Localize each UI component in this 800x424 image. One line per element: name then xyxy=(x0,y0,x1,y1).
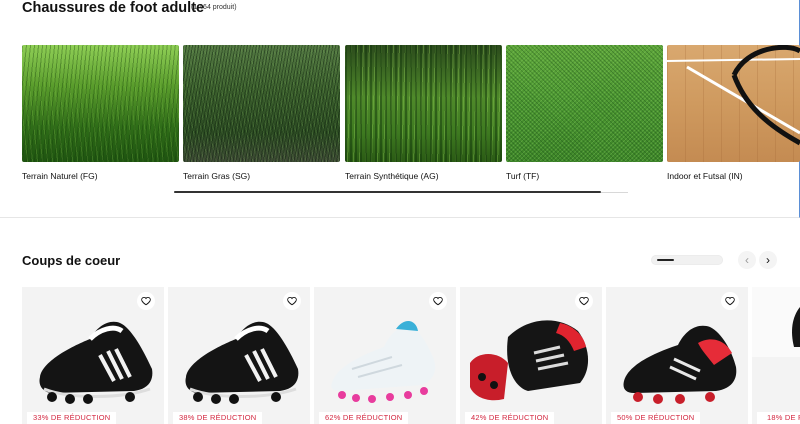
surface-card-fg[interactable]: Terrain Naturel (FG) xyxy=(22,45,179,195)
court-lines-graphic xyxy=(667,45,800,146)
carousel-progress-thumb[interactable] xyxy=(657,259,674,261)
surface-label: Indoor et Futsal (IN) xyxy=(667,171,743,181)
favorites-title: Coups de coeur xyxy=(22,253,121,268)
surface-label: Terrain Synthétique (AG) xyxy=(345,171,439,181)
boot-black-classic-image xyxy=(39,321,153,404)
indoor-floor-image xyxy=(667,45,800,162)
carousel-next-button[interactable]: › xyxy=(759,251,777,269)
boot-black-red-image xyxy=(623,325,737,404)
product-count: (1 464 produit) xyxy=(191,4,237,11)
boot-white-pink-image xyxy=(331,320,436,403)
product-card[interactable]: 62% DE RÉDUCTION xyxy=(314,287,456,424)
boot-black-red-image xyxy=(470,320,589,401)
product-card[interactable]: 18% DE RÉ xyxy=(752,287,800,424)
surface-label: Turf (TF) xyxy=(506,171,540,181)
carousel-prev-button[interactable]: ‹ xyxy=(738,251,756,269)
discount-badge: 18% DE RÉ xyxy=(757,412,800,424)
surface-card-sg[interactable]: Terrain Gras (SG) xyxy=(183,45,340,195)
product-card[interactable]: 50% DE RÉDUCTION xyxy=(606,287,748,424)
page-title: Chaussures de foot adulte xyxy=(22,0,205,16)
heart-icon xyxy=(579,296,589,306)
product-card[interactable]: 38% DE RÉDUCTION xyxy=(168,287,310,424)
discount-badge: 42% DE RÉDUCTION xyxy=(465,412,555,424)
surface-label: Terrain Naturel (FG) xyxy=(22,171,98,181)
discount-badge: 50% DE RÉDUCTION xyxy=(611,412,701,424)
turf-image xyxy=(506,45,663,162)
surface-card-ag[interactable]: Terrain Synthétique (AG) xyxy=(345,45,502,195)
product-card[interactable]: 33% DE RÉDUCTION xyxy=(22,287,164,424)
surface-scrollbar-thumb[interactable] xyxy=(174,191,601,193)
boot-partial-image xyxy=(792,307,800,347)
surface-category-section: Chaussures de foot adulte (1 464 produit… xyxy=(0,0,800,218)
soft-ground-image xyxy=(183,45,340,162)
surface-card-in[interactable]: Indoor et Futsal (IN) xyxy=(667,45,800,195)
boot-black-classic-image xyxy=(185,321,299,404)
product-card[interactable]: 42% DE RÉDUCTION xyxy=(460,287,602,424)
heart-icon xyxy=(287,296,297,306)
heart-icon xyxy=(725,296,735,306)
natural-grass-image xyxy=(22,45,179,162)
artificial-grass-image xyxy=(345,45,502,162)
heart-icon xyxy=(141,296,151,306)
discount-badge: 38% DE RÉDUCTION xyxy=(173,412,263,424)
discount-badge: 33% DE RÉDUCTION xyxy=(27,412,117,424)
heart-icon xyxy=(433,296,443,306)
discount-badge: 62% DE RÉDUCTION xyxy=(319,412,409,424)
surface-card-tf[interactable]: Turf (TF) xyxy=(506,45,663,195)
surface-label: Terrain Gras (SG) xyxy=(183,171,251,181)
